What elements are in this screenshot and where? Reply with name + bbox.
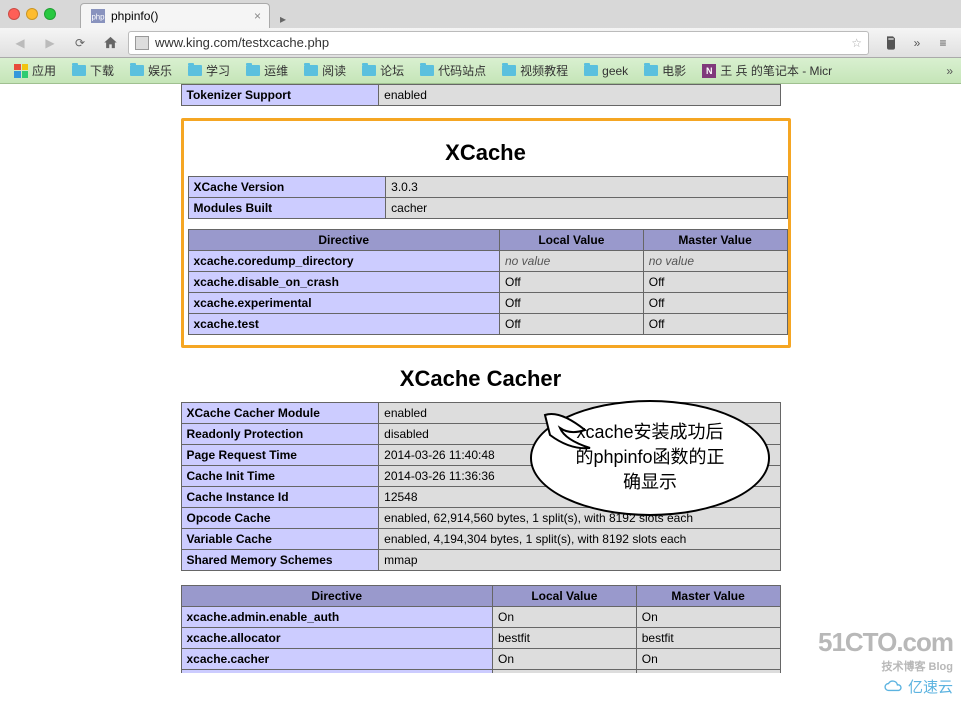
page-icon	[135, 36, 149, 50]
apps-icon	[14, 64, 28, 78]
folder-icon	[72, 65, 86, 76]
extensions-chevron-icon[interactable]: »	[907, 33, 927, 53]
watermark-sub: 技术博客 Blog	[818, 658, 953, 674]
bookmark-folder[interactable]: 视频教程	[496, 60, 574, 81]
address-bar[interactable]: www.king.com/testxcache.php ☆	[128, 31, 869, 55]
browser-toolbar: ◀ ▶ ⟳ www.king.com/testxcache.php ☆ » ≡	[0, 28, 961, 58]
watermark-yisu: 亿速云	[818, 676, 953, 697]
back-button[interactable]: ◀	[8, 31, 32, 55]
table-row: Shared Memory Schemesmmap	[181, 550, 780, 571]
table-row: xcache.count11	[181, 670, 780, 674]
table-row: xcache.testOffOff	[188, 314, 787, 335]
traffic-lights	[8, 8, 56, 20]
bookmark-folder[interactable]: 论坛	[356, 60, 410, 81]
tab-title: phpinfo()	[111, 9, 158, 23]
php-favicon: php	[91, 9, 105, 23]
table-value: enabled	[379, 85, 780, 106]
folder-icon	[188, 65, 202, 76]
table-row: xcache.experimentalOffOff	[188, 293, 787, 314]
xcache-directives-table: DirectiveLocal ValueMaster Value xcache.…	[188, 229, 788, 335]
close-tab-icon[interactable]: ×	[254, 9, 261, 23]
close-window-button[interactable]	[8, 8, 20, 20]
table-row: xcache.admin.enable_authOnOn	[181, 607, 780, 628]
bookmark-folder[interactable]: 娱乐	[124, 60, 178, 81]
folder-icon	[420, 65, 434, 76]
folder-icon	[130, 65, 144, 76]
new-tab-button[interactable]: ▸	[274, 10, 292, 28]
bookmark-folder[interactable]: 代码站点	[414, 60, 492, 81]
bookmark-folder[interactable]: 下载	[66, 60, 120, 81]
cloud-icon	[883, 680, 905, 694]
evernote-extension-icon[interactable]	[881, 33, 901, 53]
page-content[interactable]: Tokenizer Supportenabled XCache XCache V…	[0, 84, 961, 673]
folder-icon	[362, 65, 376, 76]
table-row: xcache.disable_on_crashOffOff	[188, 272, 787, 293]
table-row: Variable Cacheenabled, 4,194,304 bytes, …	[181, 529, 780, 550]
bookmark-folder[interactable]: geek	[578, 62, 634, 80]
maximize-window-button[interactable]	[44, 8, 56, 20]
table-key: Tokenizer Support	[181, 85, 379, 106]
folder-icon	[584, 65, 598, 76]
bookmark-folder[interactable]: 学习	[182, 60, 236, 81]
bookmark-folder[interactable]: 电影	[638, 60, 692, 81]
callout-tail-icon	[540, 410, 610, 460]
xcache-cacher-heading: XCache Cacher	[181, 366, 781, 392]
watermark-51cto: 51CTO.com	[818, 627, 953, 658]
bookmark-folder[interactable]: 阅读	[298, 60, 352, 81]
cacher-directives-table: DirectiveLocal ValueMaster Value xcache.…	[181, 585, 781, 673]
tokenizer-table: Tokenizer Supportenabled	[181, 84, 781, 106]
folder-icon	[644, 65, 658, 76]
bookmark-bar: 应用 下载 娱乐 学习 运维 阅读 论坛 代码站点 视频教程 geek 电影 N…	[0, 58, 961, 84]
apps-bookmark[interactable]: 应用	[8, 60, 62, 81]
callout-line: 确显示	[552, 470, 748, 495]
home-icon	[103, 35, 118, 50]
minimize-window-button[interactable]	[26, 8, 38, 20]
bookmark-star-icon[interactable]: ☆	[851, 36, 862, 50]
table-row: xcache.coredump_directoryno valueno valu…	[188, 251, 787, 272]
bookmark-overflow-icon[interactable]: »	[946, 64, 953, 78]
menu-button[interactable]: ≡	[933, 33, 953, 53]
xcache-heading: XCache	[188, 140, 784, 166]
table-row: xcache.allocatorbestfitbestfit	[181, 628, 780, 649]
onenote-icon: N	[702, 64, 716, 78]
forward-button[interactable]: ▶	[38, 31, 62, 55]
folder-icon	[246, 65, 260, 76]
annotation-callout: xcache安装成功后 的phpinfo函数的正 确显示	[530, 400, 770, 516]
table-row: xcache.cacherOnOn	[181, 649, 780, 670]
home-button[interactable]	[98, 31, 122, 55]
apps-label: 应用	[32, 62, 56, 79]
folder-icon	[304, 65, 318, 76]
svg-text:php: php	[91, 13, 105, 22]
watermarks: 51CTO.com 技术博客 Blog 亿速云	[818, 627, 953, 697]
browser-tab[interactable]: php phpinfo() ×	[80, 3, 270, 28]
xcache-highlight-box: XCache XCache Version3.0.3 Modules Built…	[181, 118, 791, 348]
folder-icon	[502, 65, 516, 76]
tab-strip: php phpinfo() × ▸	[0, 0, 961, 28]
url-text: www.king.com/testxcache.php	[155, 35, 847, 50]
onenote-bookmark[interactable]: N王 兵 的笔记本 - Micr	[696, 60, 838, 81]
bookmark-folder[interactable]: 运维	[240, 60, 294, 81]
reload-button[interactable]: ⟳	[68, 31, 92, 55]
extension-area: » ≡	[881, 33, 953, 53]
xcache-info-table: XCache Version3.0.3 Modules Builtcacher	[188, 176, 788, 219]
